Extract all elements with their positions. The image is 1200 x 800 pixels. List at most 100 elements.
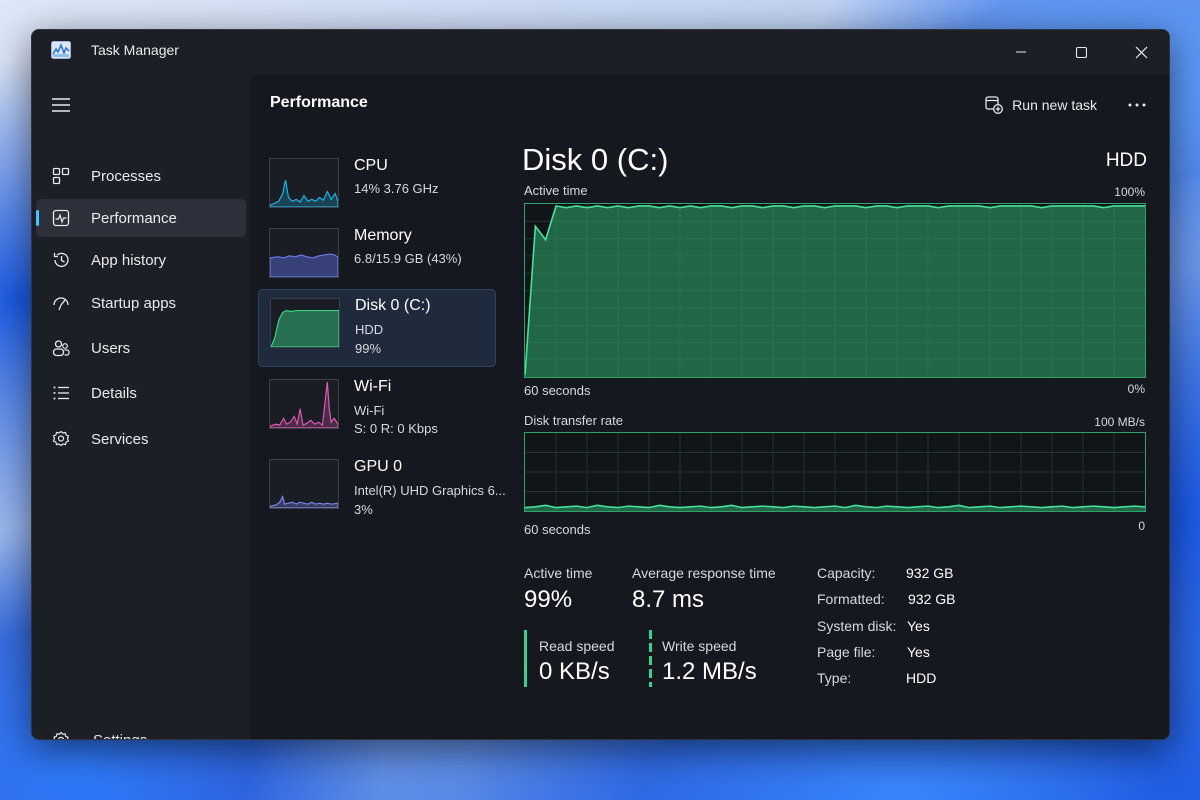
sidebar-item-label: Users: [91, 339, 131, 357]
avg-response-stat-label: Average response time: [632, 565, 776, 581]
read-speed-value: 0 KB/s: [539, 658, 610, 685]
read-speed-indicator: [524, 630, 527, 687]
sidebar-item-label: Details: [91, 384, 137, 402]
page-title: Performance: [270, 94, 368, 111]
device-detail: Intel(R) UHD Graphics 6...: [354, 483, 506, 498]
minimize-icon: [1016, 51, 1026, 53]
active-time-graph: [524, 203, 1146, 378]
task-manager-window: Task Manager Processes Performance App h…: [31, 29, 1170, 740]
hamburger-menu-icon[interactable]: [51, 97, 71, 113]
sidebar-item-startup-apps[interactable]: Startup apps: [36, 284, 246, 322]
page-file-value: Yes: [907, 644, 930, 660]
run-new-task-button[interactable]: Run new task: [985, 91, 1097, 119]
transfer-rate-graph: [524, 432, 1146, 512]
write-speed-indicator: [649, 630, 652, 687]
active-time-graph-label: Active time: [524, 183, 588, 198]
task-manager-app-icon: [51, 41, 71, 59]
device-item-wifi[interactable]: Wi-Fi Wi-Fi S: 0 R: 0 Kbps: [258, 371, 496, 449]
device-item-disk-0[interactable]: Disk 0 (C:) HDD 99%: [258, 289, 496, 367]
sidebar-item-performance[interactable]: Performance: [36, 199, 246, 237]
active-time-stat-label: Active time: [524, 565, 593, 581]
device-detail: S: 0 R: 0 Kbps: [354, 421, 438, 436]
sidebar-settings-label: Settings: [93, 731, 148, 740]
disk-title: Disk 0 (C:): [522, 142, 669, 177]
settings-gear-icon: [53, 731, 69, 739]
device-detail: 6.8/15.9 GB (43%): [354, 251, 462, 266]
sidebar: Processes Performance App history Startu…: [32, 74, 250, 739]
sidebar-item-label: App history: [91, 251, 167, 269]
device-detail: HDD: [355, 322, 384, 337]
device-thumbnail-graph: [269, 379, 339, 429]
maximize-icon: [1075, 46, 1087, 58]
device-name: Wi-Fi: [354, 378, 392, 395]
window-title: Task Manager: [91, 42, 179, 58]
minimize-button[interactable]: [998, 38, 1044, 66]
active-time-graph-area: [525, 205, 1145, 377]
active-time-graph-min: 0%: [1127, 382, 1145, 396]
device-list: CPU 14% 3.76 GHz Memory 6.8/15.9 GB (43%…: [250, 138, 506, 739]
more-options-button[interactable]: [1123, 91, 1151, 119]
active-time-graph-span: 60 seconds: [524, 383, 591, 398]
formatted-label: Formatted:: [817, 591, 885, 607]
services-icon: [52, 430, 70, 447]
transfer-rate-graph-span: 60 seconds: [524, 522, 591, 537]
avg-response-stat-value: 8.7 ms: [632, 586, 705, 613]
sidebar-item-label: Processes: [91, 167, 162, 185]
close-icon: [1135, 46, 1147, 58]
type-value: HDD: [906, 670, 937, 686]
device-thumbnail-graph: [270, 298, 340, 348]
startup-apps-icon: [53, 297, 69, 311]
transfer-rate-graph-max: 100 MB/s: [1094, 415, 1145, 429]
details-icon: [53, 386, 69, 400]
device-item-memory[interactable]: Memory 6.8/15.9 GB (43%): [258, 220, 496, 298]
device-name: CPU: [354, 157, 388, 174]
device-thumbnail-graph: [269, 228, 339, 278]
device-item-gpu-0[interactable]: GPU 0 Intel(R) UHD Graphics 6... 3%: [258, 451, 506, 529]
sidebar-item-settings[interactable]: Settings: [36, 721, 246, 740]
page-file-label: Page file:: [817, 644, 876, 660]
title-bar[interactable]: Task Manager: [32, 30, 1169, 74]
type-label: Type:: [817, 670, 852, 686]
system-disk-label: System disk:: [817, 618, 897, 634]
maximize-button[interactable]: [1058, 38, 1104, 66]
sidebar-item-label: Performance: [91, 209, 177, 227]
active-time-graph-max: 100%: [1114, 185, 1145, 199]
system-disk-value: Yes: [907, 618, 930, 634]
users-icon: [52, 340, 70, 357]
performance-icon: [52, 209, 70, 227]
device-item-cpu[interactable]: CPU 14% 3.76 GHz: [258, 150, 496, 228]
close-button[interactable]: [1118, 38, 1164, 66]
sidebar-item-details[interactable]: Details: [36, 374, 246, 412]
read-speed-label: Read speed: [539, 638, 615, 654]
device-thumbnail-graph: [269, 459, 339, 509]
sidebar-item-label: Services: [91, 430, 149, 448]
processes-icon: [52, 167, 70, 185]
sidebar-item-services[interactable]: Services: [36, 420, 246, 458]
sidebar-item-users[interactable]: Users: [36, 329, 246, 367]
device-detail: 14% 3.76 GHz: [354, 181, 439, 196]
main-content: Performance Run new task CPU 14% 3.76 GH…: [250, 74, 1169, 739]
write-speed-label: Write speed: [662, 638, 737, 654]
formatted-value: 932 GB: [908, 591, 956, 607]
sidebar-item-app-history[interactable]: App history: [36, 241, 246, 279]
more-options-icon: [1128, 103, 1146, 107]
device-name: GPU 0: [354, 458, 403, 475]
capacity-label: Capacity:: [817, 565, 876, 581]
device-name: Disk 0 (C:): [355, 297, 431, 314]
device-detail: Wi-Fi: [354, 403, 385, 418]
transfer-rate-graph-label: Disk transfer rate: [524, 413, 623, 428]
app-history-icon: [53, 252, 69, 268]
transfer-rate-graph-min: 0: [1138, 519, 1145, 533]
disk-detail-panel: Disk 0 (C:) HDD Active time 100% 60 seco…: [522, 138, 1147, 739]
sidebar-item-label: Startup apps: [91, 294, 177, 312]
device-detail: 99%: [355, 341, 382, 356]
write-speed-value: 1.2 MB/s: [662, 658, 757, 685]
capacity-value: 932 GB: [906, 565, 954, 581]
run-new-task-icon: [985, 96, 1004, 114]
disk-type: HDD: [1105, 150, 1147, 171]
device-detail: 3%: [354, 502, 373, 517]
sidebar-item-processes[interactable]: Processes: [36, 157, 246, 195]
run-new-task-label: Run new task: [1012, 97, 1097, 113]
device-name: Memory: [354, 227, 412, 244]
device-thumbnail-graph: [269, 158, 339, 208]
